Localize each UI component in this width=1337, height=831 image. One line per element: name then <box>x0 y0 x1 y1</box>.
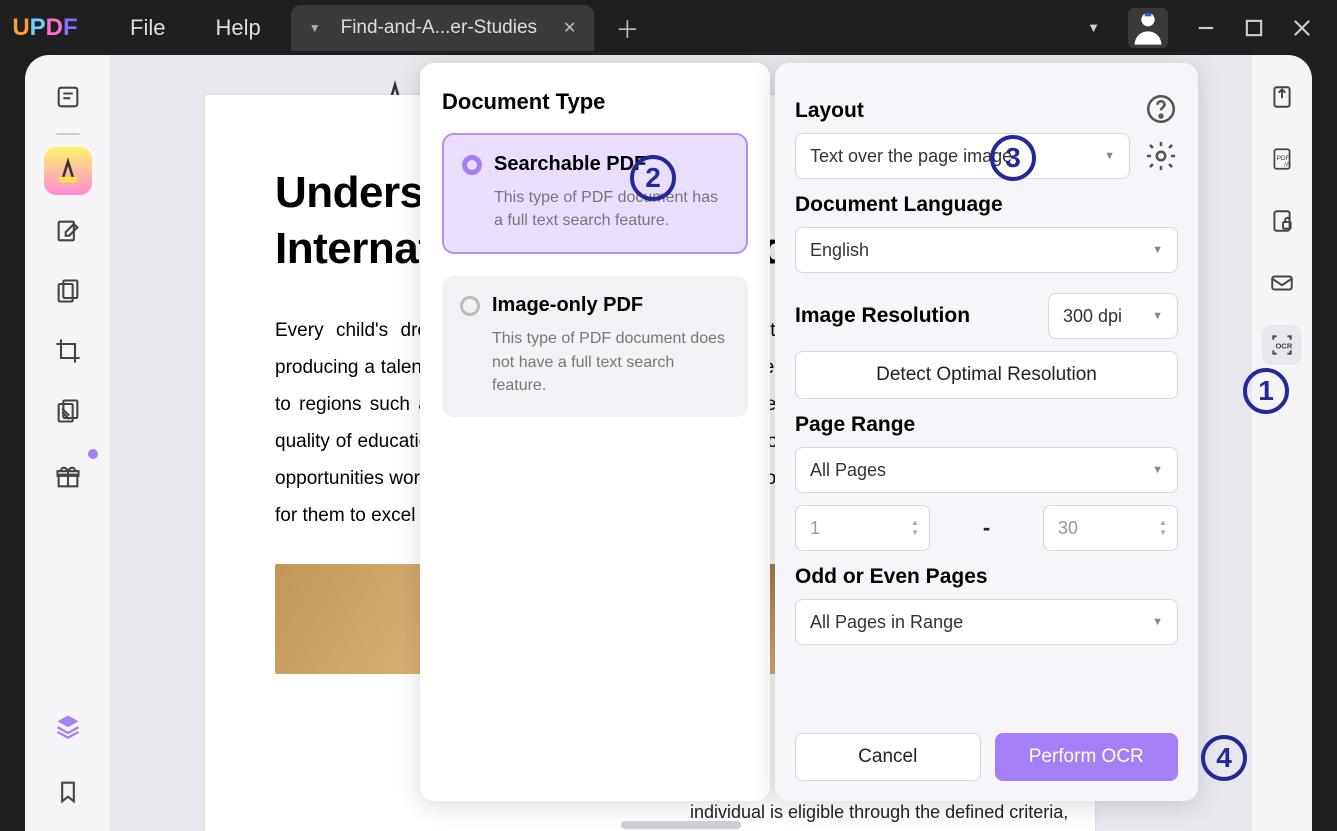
menu-help[interactable]: Help <box>215 15 260 41</box>
radio-imageonly[interactable] <box>460 296 480 316</box>
document-tab[interactable]: ▼ Find-and-A...er-Studies ✕ <box>291 5 595 51</box>
caret-icon: ▼ <box>1152 464 1163 476</box>
oddeven-label: Odd or Even Pages <box>795 565 1178 589</box>
redact-tool[interactable] <box>44 387 92 435</box>
resolution-select[interactable]: 300 dpi ▼ <box>1048 293 1178 339</box>
help-icon[interactable] <box>1144 92 1178 126</box>
menu-file[interactable]: File <box>130 15 165 41</box>
close-button[interactable] <box>1292 18 1312 38</box>
export-icon[interactable] <box>1262 77 1302 117</box>
caret-icon: ▼ <box>1152 616 1163 628</box>
chevron-down-icon[interactable]: ▼ <box>1087 20 1100 35</box>
doctype-imageonly-desc: This type of PDF document does not have … <box>492 327 730 397</box>
layout-label: Layout <box>795 99 864 123</box>
oddeven-select[interactable]: All Pages in Range ▼ <box>795 599 1178 645</box>
gear-icon[interactable] <box>1144 139 1178 173</box>
caret-icon: ▼ <box>1104 150 1115 162</box>
cancel-button[interactable]: Cancel <box>795 733 981 781</box>
range-select[interactable]: All Pages ▼ <box>795 447 1178 493</box>
pdfa-icon[interactable]: PDF/A <box>1262 139 1302 179</box>
bookmark-button[interactable] <box>44 768 92 816</box>
radio-searchable[interactable] <box>462 155 482 175</box>
left-toolbar <box>25 55 110 831</box>
main-menu: File Help <box>130 15 261 41</box>
range-value: All Pages <box>810 460 886 481</box>
bottom-handle[interactable] <box>621 821 741 829</box>
lang-value: English <box>810 240 869 261</box>
resolution-label: Image Resolution <box>795 304 970 328</box>
gift-button[interactable] <box>44 453 92 501</box>
maximize-button[interactable] <box>1244 18 1264 38</box>
mail-icon[interactable] <box>1262 263 1302 303</box>
ocr-settings-panel: Layout Text over the page image ▼ Documen… <box>775 63 1198 801</box>
tab-dropdown-icon[interactable]: ▼ <box>309 21 321 35</box>
notification-dot <box>88 449 98 459</box>
document-viewport[interactable]: Understanding the Need for International… <box>110 55 1252 831</box>
doctype-searchable[interactable]: Searchable PDF This type of PDF document… <box>442 133 748 254</box>
background-text: individual is eligible through the defin… <box>690 802 1068 823</box>
edit-tool[interactable] <box>44 207 92 255</box>
minimize-button[interactable] <box>1196 18 1216 38</box>
account-button[interactable] <box>1128 8 1168 48</box>
range-to-input[interactable]: 30▲▼ <box>1043 505 1178 551</box>
document-type-title: Document Type <box>442 89 748 115</box>
doctype-searchable-title: Searchable PDF <box>494 153 646 176</box>
doctype-imageonly-title: Image-only PDF <box>492 294 643 317</box>
app-body: Understanding the Need for International… <box>25 55 1312 831</box>
resolution-value: 300 dpi <box>1063 306 1122 327</box>
layout-select[interactable]: Text over the page image ▼ <box>795 133 1130 179</box>
crop-tool[interactable] <box>44 327 92 375</box>
caret-icon: ▼ <box>1152 310 1163 322</box>
right-toolbar: PDF/A OCR <box>1252 55 1312 831</box>
layout-value: Text over the page image <box>810 146 1012 167</box>
perform-ocr-button[interactable]: Perform OCR <box>995 733 1179 781</box>
doctype-searchable-desc: This type of PDF document has a full tex… <box>494 186 728 232</box>
range-dash: - <box>983 515 990 541</box>
lang-select[interactable]: English ▼ <box>795 227 1178 273</box>
lang-label: Document Language <box>795 193 1178 217</box>
tab-title: Find-and-A...er-Studies <box>341 17 537 39</box>
tabbar: ▼ Find-and-A...er-Studies ✕ ＋ <box>291 0 651 55</box>
document-type-panel: Document Type Searchable PDF This type o… <box>420 63 770 801</box>
range-label: Page Range <box>795 413 1178 437</box>
oddeven-value: All Pages in Range <box>810 612 963 633</box>
comment-tool[interactable] <box>44 147 92 195</box>
app-logo: UPDF <box>0 14 90 42</box>
caret-icon: ▼ <box>1152 244 1163 256</box>
reader-tool[interactable] <box>44 73 92 121</box>
svg-text:OCR: OCR <box>1276 341 1293 350</box>
svg-text:/A: /A <box>1284 162 1291 169</box>
range-to-value: 30 <box>1058 518 1078 539</box>
layers-button[interactable] <box>44 702 92 750</box>
range-from-input[interactable]: 1▲▼ <box>795 505 930 551</box>
page-tool[interactable] <box>44 267 92 315</box>
ocr-icon[interactable]: OCR <box>1262 325 1302 365</box>
window-controls: ▼ <box>1062 0 1337 55</box>
detect-resolution-button[interactable]: Detect Optimal Resolution <box>795 351 1178 399</box>
range-from-value: 1 <box>810 518 820 539</box>
doctype-imageonly[interactable]: Image-only PDF This type of PDF document… <box>442 276 748 417</box>
separator <box>56 133 80 135</box>
titlebar: UPDF File Help ▼ Find-and-A...er-Studies… <box>0 0 1337 55</box>
protect-icon[interactable] <box>1262 201 1302 241</box>
tab-close-icon[interactable]: ✕ <box>563 18 576 38</box>
new-tab-button[interactable]: ＋ <box>604 5 650 51</box>
